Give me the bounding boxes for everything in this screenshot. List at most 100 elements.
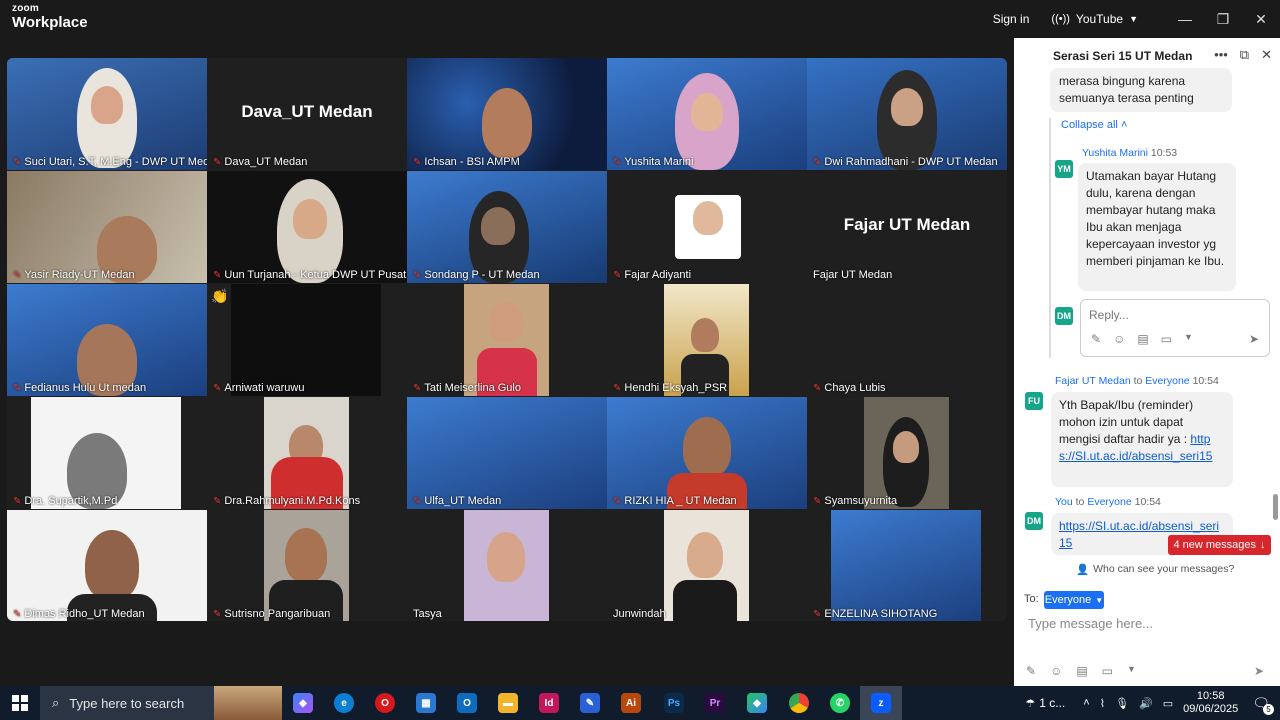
message-input[interactable]: Type message here... xyxy=(1028,616,1153,631)
video-tile[interactable]: ✎ Dra.Rahmulyani.M.Pd.Kons xyxy=(207,397,407,509)
video-tile[interactable]: ✎ Ulfa_UT Medan xyxy=(407,397,607,509)
video-tile[interactable]: ✎ Sutrisno Pangaribuan xyxy=(207,510,407,621)
video-tile[interactable]: ✎ Tati Meiserlina Gulo xyxy=(407,284,607,396)
premiere-icon[interactable]: Pr xyxy=(705,693,725,713)
chevron-down-icon: ▼ xyxy=(1095,595,1104,605)
display-icon[interactable]: ▭ xyxy=(1163,697,1173,710)
screenshot-icon[interactable]: ▭ xyxy=(1102,664,1113,678)
video-tile[interactable]: ✎ Syamsuyurnita xyxy=(807,397,1007,509)
mic-muted-icon: ✎ xyxy=(13,156,22,168)
mic-muted-icon: ✎ xyxy=(213,608,222,620)
reply-box[interactable]: Reply... ✎ ☺ ▤ ▭ ▼ ➤ xyxy=(1080,299,1270,357)
participant-name: Junwindah xyxy=(613,608,666,620)
to-label: To: xyxy=(1024,593,1039,605)
file-icon[interactable]: ▤ xyxy=(1137,332,1148,346)
video-tile[interactable]: Junwindah xyxy=(607,510,807,621)
format-icon[interactable]: ✎ xyxy=(1026,664,1036,678)
avatar: DM xyxy=(1055,307,1073,325)
send-icon[interactable]: ➤ xyxy=(1254,664,1264,678)
chevron-down-icon[interactable]: ▼ xyxy=(1184,332,1193,346)
video-tile[interactable]: Dava_UT Medan ✎ Dava_UT Medan xyxy=(207,58,407,170)
video-tile[interactable]: ✎ Fajar Adiyanti xyxy=(607,171,807,283)
chevron-down-icon: ▼ xyxy=(1129,14,1138,24)
close-chat-icon[interactable]: ✕ xyxy=(1261,47,1272,63)
mic-muted-icon: ✎ xyxy=(613,495,622,507)
video-tile[interactable]: ✎ Dra. Supartik,M.Pd xyxy=(7,397,207,509)
video-tile[interactable]: ✎ Hendhi Eksyah_PSR xyxy=(607,284,807,396)
store-icon[interactable]: ▦ xyxy=(416,693,436,713)
send-icon[interactable]: ➤ xyxy=(1249,332,1259,346)
pen-tool-icon[interactable]: ✎ xyxy=(580,693,600,713)
participant-name: Dra.Rahmulyani.M.Pd.Kons xyxy=(224,495,361,507)
weather-icon[interactable]: ☂ xyxy=(1025,697,1035,710)
mic-muted-icon: ✎ xyxy=(413,495,422,507)
new-messages-button[interactable]: 4 new messages ↓ xyxy=(1168,535,1271,555)
mic-muted-icon: ✎ xyxy=(213,156,222,168)
illustrator-icon[interactable]: Ai xyxy=(621,693,641,713)
pop-out-icon[interactable]: ⧉ xyxy=(1240,47,1249,63)
file-explorer-icon[interactable]: ▬ xyxy=(498,693,518,713)
video-tile[interactable]: ✎ RIZKI HIA _ UT Medan xyxy=(607,397,807,509)
microphone-icon[interactable]: 🎙 xyxy=(1115,697,1129,710)
outlook-icon[interactable]: O xyxy=(457,693,477,713)
speaker-icon[interactable]: 🔊 xyxy=(1139,697,1153,710)
collapse-all-button[interactable]: Collapse all ˄ xyxy=(1061,119,1127,131)
copilot-icon[interactable]: ◆ xyxy=(293,693,313,713)
taskbar-search[interactable]: ⌕ Type here to search xyxy=(40,686,282,720)
sign-in-button[interactable]: Sign in xyxy=(993,12,1030,26)
chevron-up-icon[interactable]: ˄ xyxy=(1083,697,1089,709)
video-tile[interactable]: ✎ Yushita Marini xyxy=(607,58,807,170)
who-can-see-link[interactable]: 👤 Who can see your messages? xyxy=(1076,563,1234,576)
youtube-stream-button[interactable]: ((•)) YouTube ▼ xyxy=(1051,12,1138,26)
participant-name: Sutrisno Pangaribuan xyxy=(224,608,331,620)
video-tile[interactable]: 👏 ✎ Arniwati waruwu xyxy=(207,284,407,396)
video-tile[interactable]: ✎ Dwi Rahmadhani - DWP UT Medan xyxy=(807,58,1007,170)
message-sender: Fajar UT Medan to Everyone 10:54 xyxy=(1055,375,1219,387)
video-tile[interactable]: ✎ Suci Utari, S.T, M.Eng - DWP UT Medan xyxy=(7,58,207,170)
participant-name: Uun Turjanah - Ketua DWP UT Pusat xyxy=(224,269,407,281)
clock-date: 09/06/2025 xyxy=(1183,703,1239,715)
indesign-icon[interactable]: Id xyxy=(539,693,559,713)
m365-icon[interactable]: ◆ xyxy=(747,693,767,713)
video-tile[interactable]: ✎ ENZELINA SIHOTANG xyxy=(807,510,1007,621)
recipient-dropdown[interactable]: Everyone ▼ xyxy=(1044,591,1104,609)
emoji-icon[interactable]: ☺ xyxy=(1050,664,1062,678)
opera-icon[interactable]: O xyxy=(375,693,395,713)
video-tile[interactable]: ✎ Fedianus Hulu Ut medan xyxy=(7,284,207,396)
file-icon[interactable]: ▤ xyxy=(1076,664,1087,678)
video-tile[interactable]: ✎ Yasir Riady-UT Medan xyxy=(7,171,207,283)
video-tile[interactable]: ✎ Uun Turjanah - Ketua DWP UT Pusat xyxy=(207,171,407,283)
participant-name: Dava_UT Medan xyxy=(224,156,308,168)
video-tile[interactable]: ✎ Sondang P - UT Medan xyxy=(407,171,607,283)
photoshop-icon[interactable]: Ps xyxy=(664,693,684,713)
close-button[interactable]: ✕ xyxy=(1242,0,1280,38)
format-icon[interactable]: ✎ xyxy=(1091,332,1101,346)
mic-muted-icon: ✎ xyxy=(13,269,22,281)
maximize-button[interactable]: ❐ xyxy=(1204,0,1242,38)
chat-scrollbar[interactable] xyxy=(1273,494,1278,520)
minimize-button[interactable]: — xyxy=(1166,0,1204,38)
weather-text[interactable]: 1 c... xyxy=(1039,696,1065,710)
emoji-icon[interactable]: ☺ xyxy=(1113,332,1125,346)
windows-start-icon[interactable] xyxy=(12,695,28,711)
video-tile[interactable]: Fajar UT Medan Fajar UT Medan xyxy=(807,171,1007,283)
clap-reaction-icon: 👏 xyxy=(211,288,229,304)
screenshot-icon[interactable]: ▭ xyxy=(1161,332,1172,346)
clock[interactable]: 10:58 09/06/2025 xyxy=(1183,690,1238,716)
chevron-down-icon[interactable]: ▼ xyxy=(1127,664,1136,678)
zoom-icon[interactable]: z xyxy=(871,693,891,713)
participant-name: Ichsan - BSI AMPM xyxy=(424,156,520,168)
participant-name: Yasir Riady-UT Medan xyxy=(24,269,135,281)
video-tile[interactable]: ✎ Chaya Lubis xyxy=(807,284,1007,396)
video-tile[interactable]: ✎ Ichsan - BSI AMPM xyxy=(407,58,607,170)
more-options-icon[interactable]: ••• xyxy=(1214,47,1228,63)
notification-icon[interactable]: 🗨 5 xyxy=(1252,695,1274,715)
whatsapp-icon[interactable]: ✆ xyxy=(830,693,850,713)
chrome-icon[interactable] xyxy=(789,693,809,713)
edge-icon[interactable]: e xyxy=(334,693,354,713)
network-icon[interactable]: ⌇ xyxy=(1100,697,1105,710)
video-tile[interactable]: ✎ Dimas Ridho_UT Medan xyxy=(7,510,207,621)
reply-input[interactable]: Reply... xyxy=(1089,308,1129,322)
video-tile[interactable]: Tasya xyxy=(407,510,607,621)
participant-name: Hendhi Eksyah_PSR xyxy=(624,382,728,394)
